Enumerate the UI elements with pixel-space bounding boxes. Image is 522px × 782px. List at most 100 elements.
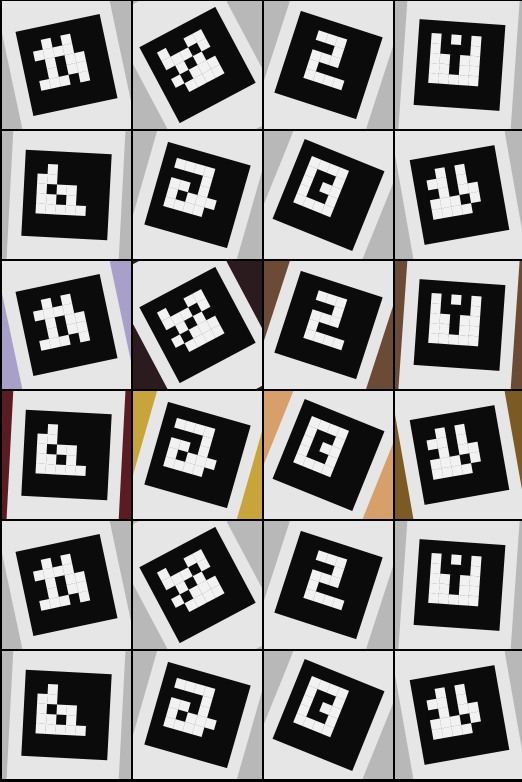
marker-cell	[449, 455, 462, 467]
marker-cell	[467, 701, 480, 714]
fiducial-marker	[413, 19, 506, 111]
marker-cell	[78, 590, 91, 603]
marker-photo	[133, 1, 262, 129]
marker-cell	[74, 311, 87, 323]
marker-cell	[441, 206, 454, 219]
marker-cell	[428, 582, 440, 594]
marker-cell	[448, 74, 459, 85]
marker-cell	[40, 297, 53, 310]
marker-cell	[36, 453, 47, 464]
marker-cell	[468, 65, 480, 77]
fiducial-marker	[413, 539, 506, 631]
marker-tile	[133, 651, 262, 779]
marker-tile	[395, 261, 522, 389]
marker-cell	[60, 33, 73, 46]
marker-cell	[74, 51, 87, 63]
marker-cell	[438, 323, 450, 335]
marker-cell	[45, 203, 56, 215]
marker-cell	[459, 575, 471, 586]
marker-cell	[461, 723, 473, 735]
marker-cell	[429, 718, 442, 731]
marker-cell	[426, 178, 439, 191]
marker-cell	[426, 438, 439, 451]
marker-cell	[429, 198, 442, 211]
marker-cell	[65, 464, 76, 476]
marker-cell	[457, 183, 470, 195]
marker-cell	[36, 443, 48, 454]
marker-photo	[264, 131, 393, 259]
marker-cell	[470, 35, 482, 47]
marker-cell	[60, 553, 73, 566]
marker-tile	[395, 131, 522, 259]
marker-cell	[75, 725, 86, 737]
marker-grid	[0, 0, 522, 782]
marker-cell	[468, 325, 480, 337]
marker-cell	[58, 74, 71, 87]
fiducial-marker	[409, 145, 510, 245]
marker-cell	[58, 334, 71, 347]
marker-cell	[436, 437, 448, 449]
marker-cell	[76, 60, 89, 73]
marker-tile	[395, 391, 522, 519]
marker-cell	[65, 455, 77, 466]
marker-cell	[35, 463, 47, 474]
marker-cell	[469, 315, 481, 327]
marker-cell	[451, 464, 463, 477]
marker-cell	[74, 571, 87, 583]
marker-cell	[36, 193, 47, 204]
marker-cell	[469, 711, 481, 724]
marker-cell	[42, 567, 55, 580]
marker-photo	[2, 391, 131, 519]
marker-cell	[436, 177, 448, 189]
marker-cell	[32, 309, 45, 322]
marker-cell	[430, 562, 441, 574]
marker-cell	[438, 446, 450, 459]
marker-cell	[438, 583, 450, 595]
marker-tile	[2, 651, 131, 779]
marker-cell	[78, 330, 91, 343]
marker-cell	[36, 713, 47, 724]
marker-cell	[450, 34, 462, 46]
marker-cell	[428, 592, 439, 604]
marker-tile	[2, 521, 131, 649]
marker-cell	[47, 693, 58, 705]
marker-cell	[470, 295, 482, 307]
marker-cell	[32, 569, 45, 582]
marker-photo	[2, 261, 131, 389]
marker-cell	[470, 45, 481, 57]
marker-cell	[60, 293, 73, 306]
marker-cell	[438, 73, 449, 85]
marker-tile	[395, 1, 522, 129]
marker-photo	[133, 521, 262, 649]
marker-cell	[35, 203, 47, 214]
marker-cell	[49, 336, 61, 349]
marker-photo	[264, 651, 393, 779]
marker-cell	[46, 327, 59, 339]
marker-photo	[2, 1, 131, 129]
marker-cell	[431, 468, 444, 480]
marker-tile	[395, 521, 522, 649]
marker-cell	[454, 163, 466, 176]
marker-tile	[264, 131, 393, 259]
marker-cell	[56, 184, 68, 195]
marker-cell	[457, 443, 470, 455]
marker-cell	[439, 196, 452, 209]
fiducial-marker	[409, 405, 510, 505]
marker-cell	[75, 205, 86, 217]
marker-cell	[66, 322, 79, 335]
marker-cell	[456, 433, 468, 446]
marker-cell	[430, 552, 442, 564]
marker-cell	[436, 697, 448, 709]
marker-cell	[39, 78, 52, 91]
marker-photo	[395, 651, 522, 779]
marker-cell	[37, 433, 48, 444]
marker-cell	[429, 52, 441, 64]
marker-cell	[439, 53, 451, 65]
marker-cell	[36, 183, 48, 194]
marker-cell	[46, 587, 59, 599]
marker-photo	[264, 521, 393, 649]
marker-cell	[458, 325, 470, 336]
fiducial-marker	[21, 409, 112, 501]
marker-cell	[52, 565, 65, 578]
marker-cell	[458, 594, 469, 606]
